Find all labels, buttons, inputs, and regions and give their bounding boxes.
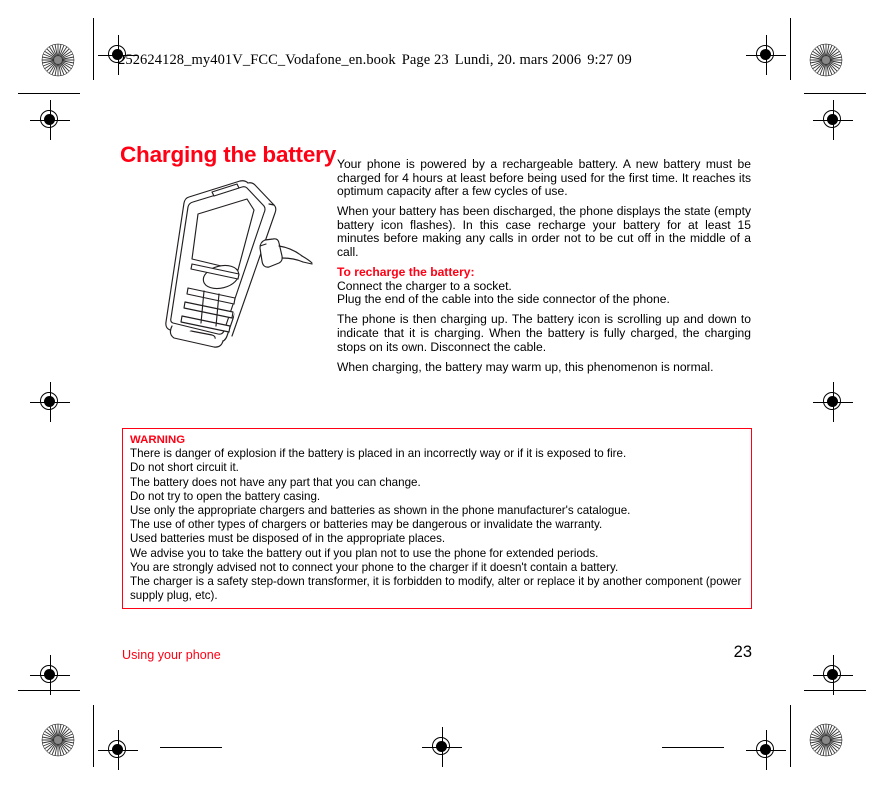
registration-crosshair-bottom-center: [422, 727, 462, 767]
crop-line-bottom-right-vertical: [790, 705, 792, 767]
phone-with-charger-illustration: [152, 176, 317, 348]
crosshair-dot: [827, 396, 838, 407]
crop-line-right-top-horizontal: [804, 93, 866, 95]
header-time: 9:27 09: [587, 52, 632, 68]
registration-star-bottom-left: [41, 723, 75, 757]
warning-line: You are strongly advised not to connect …: [130, 560, 619, 574]
footer-section-label: Using your phone: [122, 648, 221, 662]
document-page: { "header": { "filename": "252624128_my4…: [0, 0, 884, 796]
warning-line: We advise you to take the battery out if…: [130, 546, 599, 560]
warning-line: The battery does not have any part that …: [130, 475, 421, 489]
body-paragraph-2: When your battery has been discharged, t…: [337, 204, 751, 260]
crop-line-bottom-center-right: [662, 747, 724, 749]
registration-crosshair-bottom-right: [746, 730, 786, 770]
crop-line-top-left-vertical: [93, 18, 95, 80]
header-date: Lundi, 20. mars 2006: [454, 52, 582, 68]
registration-crosshair-top-right: [746, 35, 786, 75]
body-step-1: Connect the charger to a socket.: [337, 278, 512, 293]
crop-line-left-top-horizontal: [18, 93, 80, 95]
crosshair-dot: [44, 669, 55, 680]
warning-line: Use only the appropriate chargers and ba…: [130, 504, 631, 518]
crop-line-right-bottom-horizontal: [804, 690, 866, 692]
crosshair-dot: [436, 741, 447, 752]
registration-crosshair-left-lower: [30, 655, 70, 695]
warning-line: Do not try to open the battery casing.: [130, 489, 321, 503]
crop-line-bottom-left-vertical: [93, 705, 95, 767]
registration-star-top-left: [41, 43, 75, 77]
warning-title: WARNING: [130, 434, 186, 446]
crosshair-dot: [760, 49, 771, 60]
registration-crosshair-left-upper: [30, 100, 70, 140]
registration-crosshair-left-middle: [30, 382, 70, 422]
warning-line: There is danger of explosion if the batt…: [130, 447, 627, 461]
document-header: 252624128_my401V_FCC_Vodafone_en.book Pag…: [118, 52, 632, 69]
crop-line-left-bottom-horizontal: [18, 690, 80, 692]
registration-star-bottom-right: [809, 723, 843, 757]
registration-star-top-right: [809, 43, 843, 77]
body-paragraph-1: Your phone is powered by a rechargeable …: [337, 157, 751, 199]
warning-line: Do not short circuit it.: [130, 461, 239, 475]
registration-crosshair-right-upper: [813, 100, 853, 140]
crosshair-dot: [827, 114, 838, 125]
body-subheading: To recharge the battery:: [337, 265, 475, 280]
registration-crosshair-right-lower: [813, 655, 853, 695]
body-paragraph-3: The phone is then charging up. The batte…: [337, 312, 751, 354]
warning-line: The charger is a safety step-down transf…: [130, 575, 742, 603]
registration-crosshair-bottom-left: [98, 730, 138, 770]
crosshair-dot: [827, 669, 838, 680]
crop-line-top-right-vertical: [790, 18, 792, 80]
crop-line-bottom-center-left: [160, 747, 222, 749]
crosshair-dot: [760, 744, 771, 755]
crosshair-dot: [44, 114, 55, 125]
header-filename: 252624128_my401V_FCC_Vodafone_en.book: [118, 52, 396, 68]
crosshair-dot: [112, 744, 123, 755]
crosshair-dot: [44, 396, 55, 407]
footer-page-number: 23: [733, 643, 752, 661]
body-text-column: Your phone is powered by a rechargeable …: [337, 157, 751, 374]
warning-line: The use of other types of chargers or ba…: [130, 518, 603, 532]
page-title: Charging the battery: [120, 142, 337, 168]
warning-line: Used batteries must be disposed of in th…: [130, 532, 446, 546]
body-step-2: Plug the end of the cable into the side …: [337, 292, 670, 307]
body-paragraph-4: When charging, the battery may warm up, …: [337, 359, 714, 374]
registration-crosshair-right-middle: [813, 382, 853, 422]
header-page-label: Page 23: [401, 52, 449, 68]
warning-box: WARNING There is danger of explosion if …: [122, 428, 752, 610]
